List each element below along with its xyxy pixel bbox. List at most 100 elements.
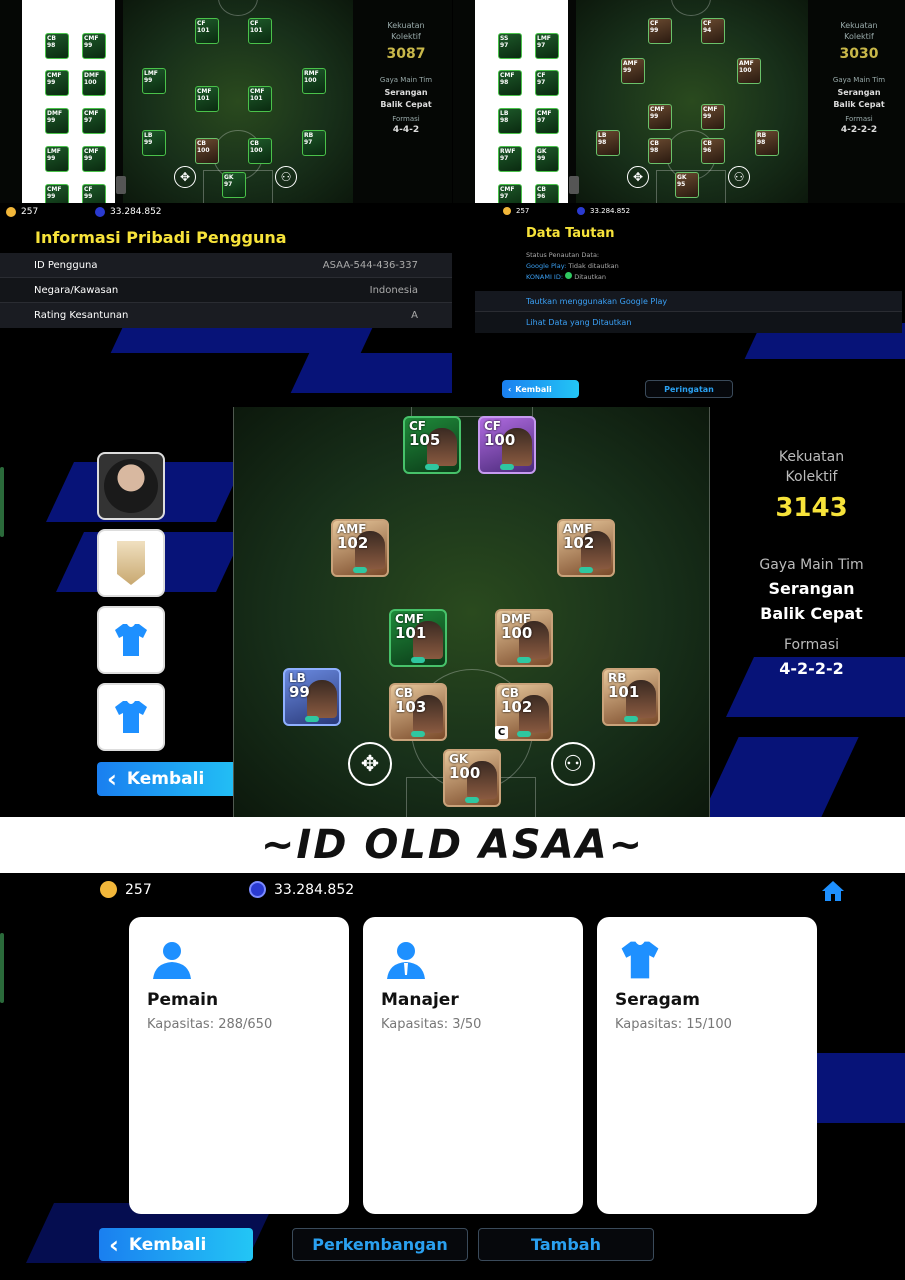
card-title: Pemain (147, 990, 219, 1010)
mini-player-card[interactable]: RB 98 (755, 130, 779, 156)
mini-player-card[interactable]: GK 99 (535, 146, 559, 172)
mini-player-card[interactable]: CF 101 (195, 18, 219, 44)
back-button[interactable]: ‹ Kembali (99, 1228, 253, 1261)
mini-player-card[interactable]: AMF 99 (621, 58, 645, 84)
mini-player-card[interactable]: CMF 97 (498, 184, 522, 203)
player-card[interactable]: RB 101 (602, 668, 660, 726)
mini-player-card[interactable]: LB 99 (142, 130, 166, 156)
mini-player-card[interactable]: CMF 99 (45, 184, 69, 203)
move-icon[interactable]: ✥ (627, 166, 649, 188)
strength-label-b: Kekuatan Kolektif (840, 21, 878, 41)
mini-player-card[interactable]: LMF 97 (535, 33, 559, 59)
warning-button[interactable]: Peringatan (645, 380, 733, 398)
card-rating: 103 (395, 698, 427, 716)
player-card[interactable]: CB 103 (389, 683, 447, 741)
back-button[interactable]: ‹ Kembali (97, 762, 251, 796)
mini-player-card[interactable]: CF 97 (535, 70, 559, 96)
mini-player-card[interactable]: CMF 99 (648, 104, 672, 130)
away-kit-card[interactable] (97, 683, 165, 751)
mini-player-card[interactable]: CMF 98 (498, 70, 522, 96)
mini-player-card[interactable]: DMF 100 (82, 70, 106, 96)
person-icon[interactable]: ⚇ (275, 166, 297, 188)
mini-player-card[interactable]: CMF 99 (701, 104, 725, 130)
mini-player-card[interactable]: RMF 100 (302, 68, 326, 94)
mini-player-card[interactable]: CF 94 (701, 18, 725, 44)
mini-player-card[interactable]: LMF 99 (45, 146, 69, 172)
mini-card-rating: 99 (650, 27, 659, 34)
mini-player-card[interactable]: LB 98 (596, 130, 620, 156)
formation-value-a: 4-4-2 (392, 125, 420, 135)
manager-card[interactable] (97, 452, 165, 520)
mini-player-card[interactable]: RWF 97 (498, 146, 522, 172)
side-list-a[interactable] (22, 0, 115, 203)
side-list-b-scroll[interactable] (569, 176, 579, 194)
link-google-play-button[interactable]: Tautkan menggunakan Google Play (475, 291, 902, 312)
add-label: Tambah (531, 1235, 601, 1254)
move-icon[interactable]: ✥ (174, 166, 196, 188)
strength-value-a: 3087 (386, 46, 426, 62)
mini-player-card[interactable]: AMF 100 (737, 58, 761, 84)
formation-label: Formasi (783, 637, 840, 653)
mini-player-card[interactable]: CF 101 (248, 18, 272, 44)
mini-player-card[interactable]: LMF 99 (142, 68, 166, 94)
mini-player-card[interactable]: LB 98 (498, 108, 522, 134)
info-row-rating: Rating Kesantunan A (0, 303, 452, 328)
player-card[interactable]: CF 100 (478, 416, 536, 474)
mini-card-position: CF (250, 20, 259, 27)
side-list-a-scroll[interactable] (116, 176, 126, 194)
chevron-left-icon: ‹ (107, 765, 117, 793)
mini-player-card[interactable]: CB 100 (248, 138, 272, 164)
view-linked-data-button[interactable]: Lihat Data yang Ditautkan (475, 312, 902, 333)
mini-card-position: CMF (537, 110, 552, 117)
manager-contracts-card[interactable]: Manajer Kapasitas: 3/50 (363, 917, 583, 1214)
mini-player-card[interactable]: CMF 97 (535, 108, 559, 134)
coin-icon (503, 207, 511, 215)
side-list-b[interactable] (475, 0, 568, 203)
player-contracts-card[interactable]: Pemain Kapasitas: 288/650 (129, 917, 349, 1214)
home-icon[interactable] (820, 879, 846, 903)
mini-player-card[interactable]: CMF 99 (82, 146, 106, 172)
mini-player-card[interactable]: CMF 99 (45, 70, 69, 96)
mini-card-position: CB (197, 140, 206, 147)
team-badge-card[interactable] (97, 529, 165, 597)
person-icon[interactable]: ⚇ (728, 166, 750, 188)
player-card[interactable]: LB 99 (283, 668, 341, 726)
mini-player-card[interactable]: CMF 99 (82, 33, 106, 59)
mini-player-card[interactable]: GK 95 (675, 172, 699, 198)
mini-player-card[interactable]: CB 98 (648, 138, 672, 164)
mini-player-card[interactable]: CB 100 (195, 138, 219, 164)
move-icon[interactable]: ✥ (348, 742, 392, 786)
mini-player-card[interactable]: SS 97 (498, 33, 522, 59)
home-kit-card[interactable] (97, 606, 165, 674)
mini-player-card[interactable]: CF 99 (82, 184, 106, 203)
mini-player-card[interactable]: CB 96 (535, 184, 559, 203)
mini-card-position: CB (47, 35, 56, 42)
manager-icon (387, 942, 425, 979)
player-card[interactable]: CMF 101 (389, 609, 447, 667)
mini-player-card[interactable]: CB 98 (45, 33, 69, 59)
add-button[interactable]: Tambah (478, 1228, 654, 1261)
player-card[interactable]: CF 105 (403, 416, 461, 474)
back-button[interactable]: ‹ Kembali (502, 380, 579, 398)
mini-card-position: GK (224, 174, 234, 181)
player-card[interactable]: DMF 100 (495, 609, 553, 667)
mini-player-card[interactable]: CMF 101 (248, 86, 272, 112)
left-edge-handle[interactable] (0, 933, 4, 1003)
person-icon[interactable]: ⚇ (551, 742, 595, 786)
mini-player-card[interactable]: GK 97 (222, 172, 246, 198)
mini-player-card[interactable]: CF 99 (648, 18, 672, 44)
player-card[interactable]: AMF 102 (331, 519, 389, 577)
mini-player-card[interactable]: RB 97 (302, 130, 326, 156)
player-card[interactable]: GK 100 (443, 749, 501, 807)
style-label: Gaya Main Tim (759, 557, 864, 573)
formation-value-b: 4-2-2-2 (840, 125, 878, 135)
mini-player-card[interactable]: CMF 101 (195, 86, 219, 112)
left-edge-handle[interactable] (0, 467, 4, 537)
mini-player-card[interactable]: DMF 99 (45, 108, 69, 134)
mini-player-card[interactable]: CB 96 (701, 138, 725, 164)
mini-card-position: LB (144, 132, 153, 139)
player-card[interactable]: AMF 102 (557, 519, 615, 577)
kit-contracts-card[interactable]: Seragam Kapasitas: 15/100 (597, 917, 817, 1214)
progress-button[interactable]: Perkembangan (292, 1228, 468, 1261)
mini-player-card[interactable]: CMF 97 (82, 108, 106, 134)
